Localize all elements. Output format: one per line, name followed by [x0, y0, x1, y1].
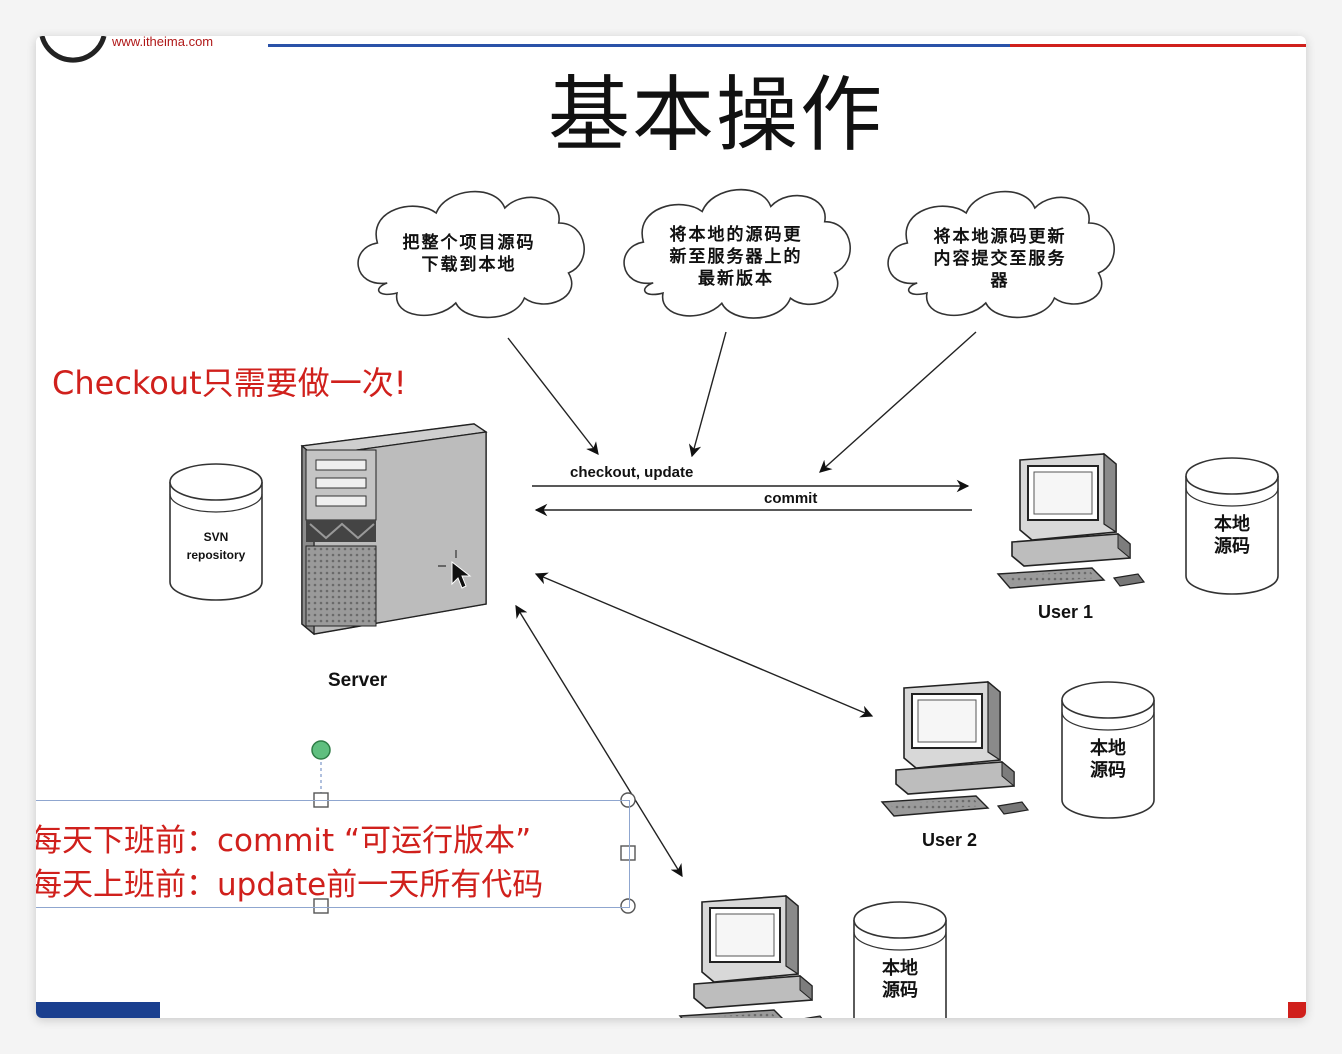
arrow-cloud-checkout: [507, 337, 599, 455]
repository-label: repository: [186, 548, 246, 562]
header-rule-blue: [268, 44, 1010, 47]
user1-disk-line2: 源码: [1214, 536, 1250, 557]
user2-label: User 2: [922, 830, 978, 850]
user2-disk-line1: 本地: [1090, 738, 1126, 759]
user1-disk-label: 本地 源码: [1186, 514, 1278, 558]
server-icon: [300, 423, 488, 636]
footer-bar-blue: [36, 1002, 160, 1018]
cloud-checkout-text: 把整个项目源码 下载到本地: [402, 233, 536, 275]
user3-disk-line2: 源码: [882, 980, 918, 1001]
arrow-cloud-commit: [819, 331, 977, 473]
user2-disk-label: 本地 源码: [1062, 738, 1154, 782]
rotate-handle[interactable]: [311, 740, 331, 760]
svn-label: SVN: [203, 530, 229, 544]
header-rule-red: [1010, 44, 1306, 47]
page-title: 基本操作: [547, 68, 884, 163]
user3-computer-icon: [679, 895, 827, 1018]
user1-label: User 1: [1038, 602, 1094, 622]
user3-disk-label: 本地 源码: [854, 958, 946, 1002]
footer-bar-red: [1288, 1002, 1306, 1018]
commit-label: commit: [764, 490, 818, 507]
user1-computer-icon: [997, 453, 1145, 589]
arrow-cloud-update: [688, 331, 727, 458]
daily-update-note[interactable]: 每天上班前：update前一天所有代码: [36, 859, 543, 904]
user2-disk-line2: 源码: [1090, 760, 1126, 781]
server-label: Server: [328, 670, 388, 691]
user1-disk-line1: 本地: [1214, 514, 1250, 535]
cloud-update-text: 将本地的源码更 新至服务器上的 最新版本: [669, 225, 803, 289]
arrow-server-user2: [534, 572, 874, 718]
checkout-update-label: checkout, update: [570, 464, 694, 481]
daily-workflow-textbox[interactable]: 每天下班前：commit “可运行版本” 每天上班前：update前一天所有代码: [36, 800, 630, 908]
daily-commit-note[interactable]: 每天下班前：commit “可运行版本”: [36, 815, 531, 860]
user3-disk-line1: 本地: [882, 958, 918, 979]
svn-repository-label: SVN repository: [170, 526, 262, 562]
cloud-commit-text: 将本地源码更新 内容提交至服务 器: [933, 227, 1067, 291]
user2-computer-icon: [881, 681, 1029, 817]
slide: www.itheima.com 基本操作 把整个项目源码 下载到本地 将本地的源…: [36, 36, 1306, 1018]
checkout-once-note: Checkout只需要做一次!: [52, 364, 407, 402]
